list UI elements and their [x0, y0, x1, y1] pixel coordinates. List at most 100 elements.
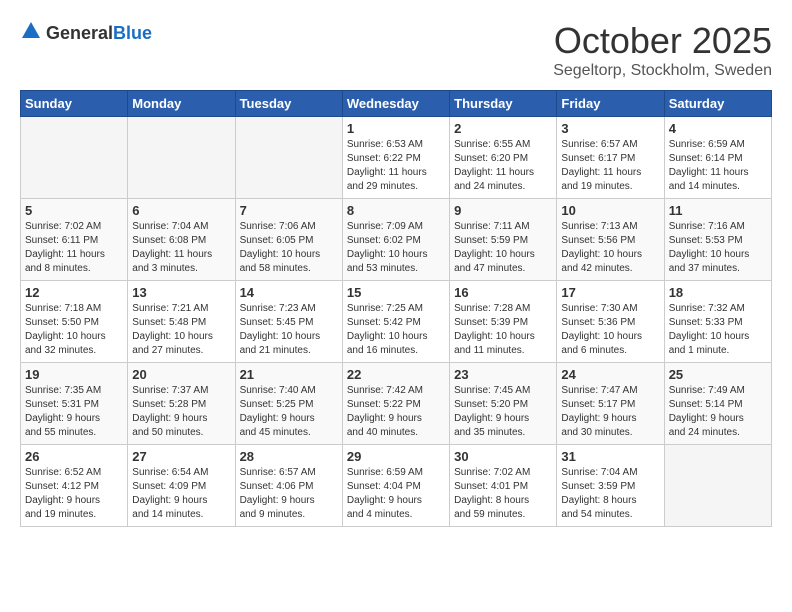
day-info: Sunrise: 6:53 AM Sunset: 6:22 PM Dayligh… [347, 138, 445, 194]
day-info: Sunrise: 7:35 AM Sunset: 5:31 PM Dayligh… [25, 384, 123, 440]
weekday-header: Thursday [450, 91, 557, 117]
logo-general-text: General [46, 23, 113, 43]
day-number: 9 [454, 203, 552, 218]
calendar-cell: 13 Sunrise: 7:21 AM Sunset: 5:48 PM Dayli… [128, 281, 235, 363]
calendar-cell: 14Sunrise: 7:23 AM Sunset: 5:45 PM Dayli… [235, 281, 342, 363]
day-info: Sunrise: 7:45 AM Sunset: 5:20 PM Dayligh… [454, 384, 552, 440]
day-number: 4 [669, 121, 767, 136]
day-number: 3 [561, 121, 659, 136]
day-info: Sunrise: 7:40 AM Sunset: 5:25 PM Dayligh… [240, 384, 338, 440]
day-info: Sunrise: 6:52 AM Sunset: 4:12 PM Dayligh… [25, 466, 123, 522]
calendar-cell: 11 Sunrise: 7:16 AM Sunset: 5:53 PM Dayli… [664, 199, 771, 281]
calendar-cell: 6Sunrise: 7:04 AM Sunset: 6:08 PM Daylig… [128, 199, 235, 281]
calendar-week-row: 12 Sunrise: 7:18 AM Sunset: 5:50 PM Dayli… [21, 281, 772, 363]
calendar-cell: 17Sunrise: 7:30 AM Sunset: 5:36 PM Dayli… [557, 281, 664, 363]
weekday-header: Friday [557, 91, 664, 117]
calendar-cell: 27Sunrise: 6:54 AM Sunset: 4:09 PM Dayli… [128, 445, 235, 527]
day-info: Sunrise: 7:16 AM Sunset: 5:53 PM Dayligh… [669, 220, 767, 276]
day-number: 28 [240, 449, 338, 464]
calendar-cell: 24 Sunrise: 7:47 AM Sunset: 5:17 PM Dayli… [557, 363, 664, 445]
calendar-cell: 2 Sunrise: 6:55 AM Sunset: 6:20 PM Daylig… [450, 117, 557, 199]
calendar-cell [128, 117, 235, 199]
weekday-header: Wednesday [342, 91, 449, 117]
day-number: 30 [454, 449, 552, 464]
calendar-cell: 9 Sunrise: 7:11 AM Sunset: 5:59 PM Daylig… [450, 199, 557, 281]
day-info: Sunrise: 7:06 AM Sunset: 6:05 PM Dayligh… [240, 220, 338, 276]
day-info: Sunrise: 7:21 AM Sunset: 5:48 PM Dayligh… [132, 302, 230, 358]
day-number: 14 [240, 285, 338, 300]
calendar-cell [664, 445, 771, 527]
day-info: Sunrise: 7:02 AM Sunset: 4:01 PM Dayligh… [454, 466, 552, 522]
calendar-cell: 20 Sunrise: 7:37 AM Sunset: 5:28 PM Dayli… [128, 363, 235, 445]
calendar-cell [235, 117, 342, 199]
calendar-cell: 22Sunrise: 7:42 AM Sunset: 5:22 PM Dayli… [342, 363, 449, 445]
logo-icon [20, 20, 42, 42]
day-number: 19 [25, 367, 123, 382]
day-number: 8 [347, 203, 445, 218]
calendar-cell: 10 Sunrise: 7:13 AM Sunset: 5:56 PM Dayli… [557, 199, 664, 281]
weekday-header: Saturday [664, 91, 771, 117]
calendar-week-row: 26 Sunrise: 6:52 AM Sunset: 4:12 PM Dayli… [21, 445, 772, 527]
day-number: 6 [132, 203, 230, 218]
weekday-header: Monday [128, 91, 235, 117]
weekday-header-row: SundayMondayTuesdayWednesdayThursdayFrid… [21, 91, 772, 117]
calendar-week-row: 19 Sunrise: 7:35 AM Sunset: 5:31 PM Dayli… [21, 363, 772, 445]
calendar-cell: 30 Sunrise: 7:02 AM Sunset: 4:01 PM Dayli… [450, 445, 557, 527]
day-number: 10 [561, 203, 659, 218]
day-info: Sunrise: 7:28 AM Sunset: 5:39 PM Dayligh… [454, 302, 552, 358]
day-number: 31 [561, 449, 659, 464]
day-number: 21 [240, 367, 338, 382]
calendar-cell: 15 Sunrise: 7:25 AM Sunset: 5:42 PM Dayli… [342, 281, 449, 363]
day-info: Sunrise: 7:02 AM Sunset: 6:11 PM Dayligh… [25, 220, 123, 276]
day-number: 7 [240, 203, 338, 218]
day-number: 20 [132, 367, 230, 382]
day-info: Sunrise: 7:18 AM Sunset: 5:50 PM Dayligh… [25, 302, 123, 358]
calendar-cell: 4Sunrise: 6:59 AM Sunset: 6:14 PM Daylig… [664, 117, 771, 199]
calendar-cell: 8 Sunrise: 7:09 AM Sunset: 6:02 PM Daylig… [342, 199, 449, 281]
calendar-cell: 26 Sunrise: 6:52 AM Sunset: 4:12 PM Dayli… [21, 445, 128, 527]
calendar-cell: 29Sunrise: 6:59 AM Sunset: 4:04 PM Dayli… [342, 445, 449, 527]
calendar-cell: 19 Sunrise: 7:35 AM Sunset: 5:31 PM Dayli… [21, 363, 128, 445]
day-info: Sunrise: 7:09 AM Sunset: 6:02 PM Dayligh… [347, 220, 445, 276]
logo-blue-text: Blue [113, 23, 152, 43]
calendar-cell: 28 Sunrise: 6:57 AM Sunset: 4:06 PM Dayli… [235, 445, 342, 527]
day-number: 12 [25, 285, 123, 300]
title-block: October 2025 Segeltorp, Stockholm, Swede… [553, 20, 772, 80]
day-number: 11 [669, 203, 767, 218]
day-info: Sunrise: 7:37 AM Sunset: 5:28 PM Dayligh… [132, 384, 230, 440]
calendar-cell: 25Sunrise: 7:49 AM Sunset: 5:14 PM Dayli… [664, 363, 771, 445]
day-info: Sunrise: 7:47 AM Sunset: 5:17 PM Dayligh… [561, 384, 659, 440]
day-number: 27 [132, 449, 230, 464]
day-info: Sunrise: 6:57 AM Sunset: 4:06 PM Dayligh… [240, 466, 338, 522]
weekday-header: Tuesday [235, 91, 342, 117]
month-title: October 2025 [553, 20, 772, 62]
calendar-cell: 18 Sunrise: 7:32 AM Sunset: 5:33 PM Dayli… [664, 281, 771, 363]
day-number: 2 [454, 121, 552, 136]
day-number: 23 [454, 367, 552, 382]
day-info: Sunrise: 7:13 AM Sunset: 5:56 PM Dayligh… [561, 220, 659, 276]
day-info: Sunrise: 7:11 AM Sunset: 5:59 PM Dayligh… [454, 220, 552, 276]
calendar-cell: 31Sunrise: 7:04 AM Sunset: 3:59 PM Dayli… [557, 445, 664, 527]
day-number: 26 [25, 449, 123, 464]
location-subtitle: Segeltorp, Stockholm, Sweden [553, 62, 772, 80]
day-info: Sunrise: 7:25 AM Sunset: 5:42 PM Dayligh… [347, 302, 445, 358]
day-info: Sunrise: 7:49 AM Sunset: 5:14 PM Dayligh… [669, 384, 767, 440]
day-number: 24 [561, 367, 659, 382]
weekday-header: Sunday [21, 91, 128, 117]
day-info: Sunrise: 6:57 AM Sunset: 6:17 PM Dayligh… [561, 138, 659, 194]
day-number: 5 [25, 203, 123, 218]
calendar-cell: 21 Sunrise: 7:40 AM Sunset: 5:25 PM Dayli… [235, 363, 342, 445]
calendar-cell: 5 Sunrise: 7:02 AM Sunset: 6:11 PM Daylig… [21, 199, 128, 281]
calendar-week-row: 1 Sunrise: 6:53 AM Sunset: 6:22 PM Daylig… [21, 117, 772, 199]
day-number: 29 [347, 449, 445, 464]
logo: GeneralBlue [20, 20, 152, 47]
day-info: Sunrise: 6:55 AM Sunset: 6:20 PM Dayligh… [454, 138, 552, 194]
calendar-cell: 12 Sunrise: 7:18 AM Sunset: 5:50 PM Dayli… [21, 281, 128, 363]
calendar-cell: 7 Sunrise: 7:06 AM Sunset: 6:05 PM Daylig… [235, 199, 342, 281]
day-number: 15 [347, 285, 445, 300]
day-number: 13 [132, 285, 230, 300]
day-number: 16 [454, 285, 552, 300]
day-number: 1 [347, 121, 445, 136]
day-number: 18 [669, 285, 767, 300]
day-info: Sunrise: 7:32 AM Sunset: 5:33 PM Dayligh… [669, 302, 767, 358]
